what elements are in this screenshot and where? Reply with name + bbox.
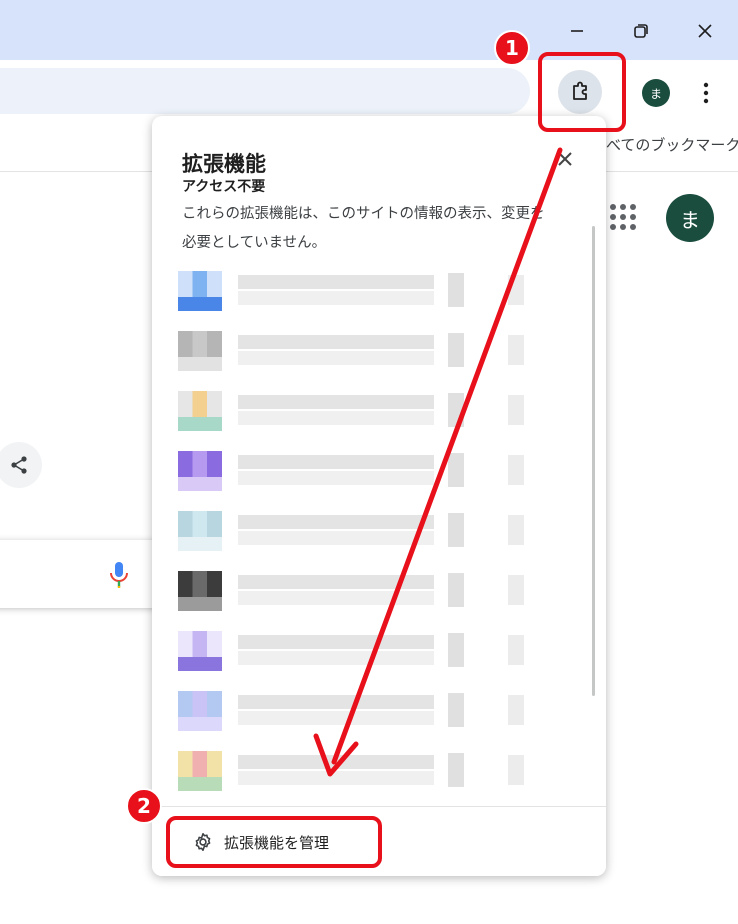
- popup-title: 拡張機能: [182, 152, 266, 176]
- extension-menu-control[interactable]: [508, 635, 524, 665]
- extension-name-redacted: [238, 455, 434, 469]
- extension-name-redacted: [238, 695, 434, 709]
- share-icon[interactable]: [0, 442, 42, 488]
- extension-list: [178, 261, 578, 801]
- extension-name-redacted: [238, 335, 434, 349]
- step-badge-2: 2: [126, 788, 162, 824]
- extensions-popup: 拡張機能 アクセス不要 これらの拡張機能は、このサイトの情報の表示、変更を必要と…: [152, 116, 606, 876]
- extension-name-redacted: [238, 755, 434, 769]
- extension-name-redacted: [238, 711, 434, 725]
- popup-description: これらの拡張機能は、このサイトの情報の表示、変更を必要としていません。: [182, 206, 545, 251]
- extension-name-redacted: [238, 515, 434, 529]
- extension-menu-control[interactable]: [508, 515, 524, 545]
- extension-row[interactable]: [178, 561, 578, 621]
- page-profile-avatar[interactable]: ま: [666, 194, 714, 242]
- microphone-icon[interactable]: [108, 560, 130, 590]
- extension-name-redacted: [238, 275, 434, 289]
- extension-menu-control[interactable]: [508, 275, 524, 305]
- restore-icon[interactable]: [624, 14, 658, 48]
- title-bar: [0, 0, 738, 60]
- screenshot: ま べてのブックマーク ま 拡張機能 アクセス不要 これらの拡張機能は、このサイ…: [0, 0, 738, 924]
- apps-grid-icon[interactable]: [610, 204, 636, 230]
- extension-icon: [178, 451, 222, 491]
- extension-icon: [178, 271, 222, 311]
- address-bar[interactable]: [0, 68, 530, 114]
- extension-name-redacted: [238, 395, 434, 409]
- extension-pin-control[interactable]: [448, 393, 464, 427]
- extension-name-redacted: [238, 351, 434, 365]
- extension-row[interactable]: [178, 381, 578, 441]
- extension-name-redacted: [238, 471, 434, 485]
- extension-pin-control[interactable]: [448, 753, 464, 787]
- highlight-extensions-button: [538, 52, 626, 132]
- extension-name-redacted: [238, 575, 434, 589]
- extension-icon: [178, 691, 222, 731]
- extension-row[interactable]: [178, 441, 578, 501]
- extension-menu-control[interactable]: [508, 575, 524, 605]
- extension-icon: [178, 331, 222, 371]
- extension-menu-control[interactable]: [508, 395, 524, 425]
- extension-row[interactable]: [178, 741, 578, 801]
- extension-row[interactable]: [178, 501, 578, 561]
- highlight-manage-button: [166, 816, 382, 868]
- extension-row[interactable]: [178, 321, 578, 381]
- popup-subtitle: アクセス不要: [182, 179, 266, 195]
- extension-icon: [178, 631, 222, 671]
- profile-avatar[interactable]: ま: [642, 79, 670, 107]
- extension-menu-control[interactable]: [508, 455, 524, 485]
- extension-row[interactable]: [178, 621, 578, 681]
- extension-menu-control[interactable]: [508, 695, 524, 725]
- close-icon[interactable]: [688, 14, 722, 48]
- step-badge-1: 1: [494, 30, 530, 66]
- extension-pin-control[interactable]: [448, 693, 464, 727]
- extension-icon: [178, 391, 222, 431]
- all-bookmarks-link[interactable]: べてのブックマーク: [606, 134, 738, 155]
- popup-scrollbar[interactable]: [588, 180, 606, 820]
- extension-icon: [178, 511, 222, 551]
- extension-pin-control[interactable]: [448, 513, 464, 547]
- extension-pin-control[interactable]: [448, 333, 464, 367]
- close-icon[interactable]: [552, 146, 578, 172]
- extension-name-redacted: [238, 651, 434, 665]
- scrollbar-thumb[interactable]: [592, 226, 595, 696]
- extension-name-redacted: [238, 531, 434, 545]
- extension-name-redacted: [238, 771, 434, 785]
- extension-icon: [178, 751, 222, 791]
- extension-pin-control[interactable]: [448, 573, 464, 607]
- extension-row[interactable]: [178, 681, 578, 741]
- minimize-icon[interactable]: [560, 14, 594, 48]
- extension-menu-control[interactable]: [508, 335, 524, 365]
- extension-name-redacted: [238, 591, 434, 605]
- extension-name-redacted: [238, 635, 434, 649]
- extension-name-redacted: [238, 291, 434, 305]
- extension-name-redacted: [238, 411, 434, 425]
- kebab-menu-icon[interactable]: [696, 78, 716, 108]
- extension-pin-control[interactable]: [448, 273, 464, 307]
- extension-icon: [178, 571, 222, 611]
- extension-row[interactable]: [178, 261, 578, 321]
- extension-pin-control[interactable]: [448, 453, 464, 487]
- extension-pin-control[interactable]: [448, 633, 464, 667]
- extension-menu-control[interactable]: [508, 755, 524, 785]
- search-box[interactable]: [0, 540, 160, 608]
